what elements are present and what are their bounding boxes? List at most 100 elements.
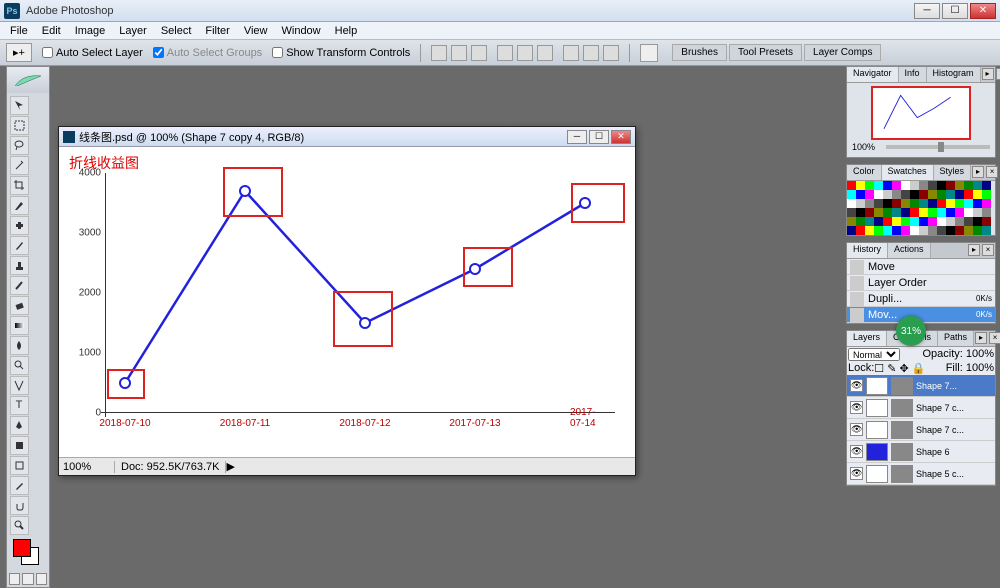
align-top-icon[interactable] bbox=[431, 45, 447, 61]
swatch[interactable] bbox=[847, 208, 856, 217]
doc-minimize-button[interactable]: ─ bbox=[567, 130, 587, 144]
menu-edit[interactable]: Edit bbox=[36, 24, 67, 38]
swatch[interactable] bbox=[865, 199, 874, 208]
swatch[interactable] bbox=[928, 208, 937, 217]
swatch[interactable] bbox=[919, 199, 928, 208]
history-item[interactable]: Move bbox=[847, 259, 995, 275]
history-item[interactable]: Dupli...0K/s bbox=[847, 291, 995, 307]
swatch[interactable] bbox=[919, 190, 928, 199]
brush-tool[interactable] bbox=[10, 236, 29, 255]
panel-close-icon[interactable]: × bbox=[996, 68, 1000, 80]
gradient-tool[interactable] bbox=[10, 316, 29, 335]
swatch[interactable] bbox=[946, 208, 955, 217]
swatch[interactable] bbox=[937, 208, 946, 217]
menu-view[interactable]: View bbox=[238, 24, 274, 38]
swatch[interactable] bbox=[874, 181, 883, 190]
type-tool[interactable]: T bbox=[10, 396, 29, 415]
swatch[interactable] bbox=[910, 226, 919, 235]
menu-window[interactable]: Window bbox=[276, 24, 327, 38]
swatch[interactable] bbox=[955, 217, 964, 226]
show-transform-checkbox[interactable]: Show Transform Controls bbox=[272, 47, 410, 59]
swatch[interactable] bbox=[865, 190, 874, 199]
zoom-tool[interactable] bbox=[10, 516, 29, 535]
zoom-slider[interactable] bbox=[886, 145, 990, 149]
visibility-icon[interactable]: 👁 bbox=[850, 467, 863, 480]
shape-tool[interactable] bbox=[10, 436, 29, 455]
doc-maximize-button[interactable]: ☐ bbox=[589, 130, 609, 144]
tool-indicator[interactable]: ▸+ bbox=[6, 43, 32, 62]
swatch[interactable] bbox=[847, 190, 856, 199]
swatch[interactable] bbox=[946, 199, 955, 208]
tab-history[interactable]: History bbox=[847, 243, 888, 258]
swatch[interactable] bbox=[973, 226, 982, 235]
swatch[interactable] bbox=[982, 181, 991, 190]
eyedropper-tool[interactable] bbox=[10, 476, 29, 495]
swatch[interactable] bbox=[946, 217, 955, 226]
color-swatches[interactable] bbox=[7, 537, 49, 571]
menu-select[interactable]: Select bbox=[155, 24, 198, 38]
swatch[interactable] bbox=[892, 199, 901, 208]
auto-select-groups-checkbox[interactable]: Auto Select Groups bbox=[153, 47, 262, 59]
swatch[interactable] bbox=[919, 208, 928, 217]
visibility-icon[interactable]: 👁 bbox=[850, 401, 863, 414]
swatch[interactable] bbox=[964, 208, 973, 217]
status-arrow[interactable]: ▶ bbox=[226, 460, 635, 473]
swatch[interactable] bbox=[883, 199, 892, 208]
tab-paths[interactable]: Paths bbox=[938, 331, 974, 346]
slice-tool[interactable] bbox=[10, 196, 29, 215]
swatch[interactable] bbox=[883, 181, 892, 190]
swatch[interactable] bbox=[901, 208, 910, 217]
dock-tab-brushes[interactable]: Brushes bbox=[672, 44, 727, 61]
tab-styles[interactable]: Styles bbox=[934, 165, 972, 180]
swatch[interactable] bbox=[937, 190, 946, 199]
swatch[interactable] bbox=[928, 199, 937, 208]
tab-navigator[interactable]: Navigator bbox=[847, 67, 899, 82]
swatch[interactable] bbox=[946, 181, 955, 190]
swatch[interactable] bbox=[919, 226, 928, 235]
swatch[interactable] bbox=[856, 208, 865, 217]
swatch[interactable] bbox=[874, 226, 883, 235]
swatch[interactable] bbox=[856, 190, 865, 199]
swatch[interactable] bbox=[901, 226, 910, 235]
visibility-icon[interactable]: 👁 bbox=[850, 423, 863, 436]
move-tool[interactable] bbox=[10, 96, 29, 115]
swatch[interactable] bbox=[964, 217, 973, 226]
fill-label[interactable]: Fill: 100% bbox=[946, 362, 994, 374]
swatch[interactable] bbox=[955, 208, 964, 217]
swatch[interactable] bbox=[973, 208, 982, 217]
panel-menu-icon[interactable]: ▸ bbox=[982, 68, 994, 80]
swatch[interactable] bbox=[901, 181, 910, 190]
swatch[interactable] bbox=[946, 226, 955, 235]
pen-tool[interactable] bbox=[10, 416, 29, 435]
crop-tool[interactable] bbox=[10, 176, 29, 195]
swatch[interactable] bbox=[955, 226, 964, 235]
tab-layers[interactable]: Layers bbox=[847, 331, 887, 346]
swatch[interactable] bbox=[847, 181, 856, 190]
maximize-button[interactable]: ☐ bbox=[942, 3, 968, 19]
notes-tool[interactable] bbox=[10, 456, 29, 475]
swatch[interactable] bbox=[892, 190, 901, 199]
panel-close-icon[interactable]: × bbox=[989, 332, 1000, 344]
swatch[interactable] bbox=[856, 217, 865, 226]
swatch[interactable] bbox=[883, 190, 892, 199]
heal-tool[interactable] bbox=[10, 216, 29, 235]
align-right-icon[interactable] bbox=[537, 45, 553, 61]
swatch[interactable] bbox=[910, 208, 919, 217]
tab-color[interactable]: Color bbox=[847, 165, 882, 180]
swatch[interactable] bbox=[874, 190, 883, 199]
swatch[interactable] bbox=[883, 208, 892, 217]
wand-tool[interactable] bbox=[10, 156, 29, 175]
layer-item[interactable]: 👁Shape 7... bbox=[847, 375, 995, 397]
swatch[interactable] bbox=[856, 181, 865, 190]
screen-mode-icon[interactable] bbox=[22, 573, 33, 585]
close-button[interactable]: ✕ bbox=[970, 3, 996, 19]
visibility-icon[interactable]: 👁 bbox=[850, 445, 863, 458]
zoom-level[interactable]: 100% bbox=[59, 461, 115, 473]
swatch[interactable] bbox=[847, 226, 856, 235]
history-item[interactable]: Layer Order bbox=[847, 275, 995, 291]
swatch[interactable] bbox=[964, 190, 973, 199]
swatch[interactable] bbox=[847, 217, 856, 226]
swatch-grid[interactable] bbox=[847, 181, 991, 235]
swatch[interactable] bbox=[937, 226, 946, 235]
swatch[interactable] bbox=[973, 199, 982, 208]
